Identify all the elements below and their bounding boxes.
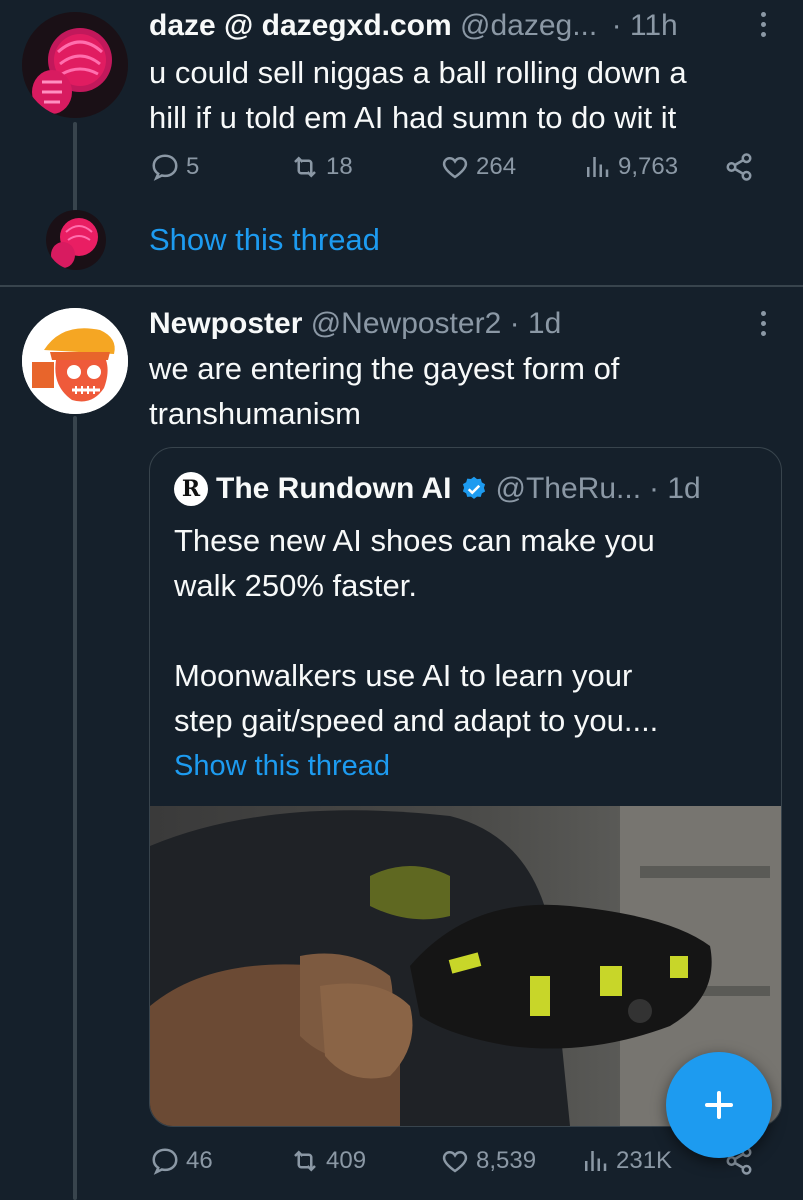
display-name[interactable]: Newposter [149,307,302,340]
handle[interactable]: @Newposter2 [311,307,502,340]
timestamp[interactable]: · 11h [612,9,678,42]
views-icon [585,1151,607,1171]
text-line: walk 250% faster. [174,568,417,603]
more-icon[interactable] [761,12,767,42]
views-icon [587,157,609,177]
reply-icon [152,154,178,181]
tweet2-text: we are entering the gayest form of trans… [149,346,619,436]
show-this-thread-link[interactable]: Show this thread [149,222,380,258]
thread-line [73,416,77,1200]
reply-icon [152,1148,178,1175]
verified-badge-icon [462,476,485,499]
quote-header: R The Rundown AI @TheRu... · 1d [174,472,701,506]
tweet2-actions: 46 409 8,539 231K [0,1146,803,1190]
text-line: These new AI shoes can make you [174,523,655,558]
avatar-newposter[interactable] [22,308,128,414]
like-button[interactable]: 264 [440,152,516,182]
divider [0,285,803,287]
text-line: transhumanism [149,396,361,431]
compose-button[interactable] [666,1052,772,1158]
repost-button[interactable]: 409 [290,1146,366,1176]
timestamp[interactable]: · 1d [510,307,562,340]
views-button[interactable]: 9,763 [582,152,678,182]
compose-plus-icon [705,1091,733,1119]
rundown-logo-icon[interactable]: R [174,472,208,506]
views-count: 9,763 [618,153,679,180]
repost-icon [294,156,316,178]
views-count: 231K [616,1147,673,1174]
tweet1-actions: 5 18 264 9,763 [0,152,803,196]
quote-show-this-thread-link[interactable]: Show this thread [174,750,390,783]
quote-text: These new AI shoes can make you walk 250… [174,518,764,743]
text-line: we are entering the gayest form of [149,351,620,386]
tweet2-header: Newposter @Newposter2 · 1d [149,304,561,344]
repost-count: 18 [326,153,353,180]
repost-icon [294,1150,316,1172]
tweet1-text: u could sell niggas a ball rolling down … [149,50,687,140]
like-icon [442,1150,468,1173]
text-line: hill if u told em AI had sumn to do wit … [149,100,677,135]
display-name[interactable]: daze @ dazegxd.com [149,9,452,42]
handle[interactable]: @dazeg... [460,9,597,42]
views-button[interactable]: 231K [580,1146,672,1176]
text-line: Moonwalkers use AI to learn your [174,658,633,693]
share-icon [726,153,752,181]
avatar-daze[interactable] [22,12,128,118]
reply-count: 5 [186,153,200,180]
text-line: step gait/speed and adapt to you.... [174,703,659,738]
share-button[interactable] [724,152,754,182]
repost-count: 409 [326,1147,367,1174]
reply-count: 46 [186,1147,213,1174]
text-line: u could sell niggas a ball rolling down … [149,55,687,90]
reply-button[interactable]: 5 [150,152,199,182]
like-button[interactable]: 8,539 [440,1146,536,1176]
quote-tweet[interactable]: R The Rundown AI @TheRu... · 1d These ne… [149,447,782,1127]
repost-button[interactable]: 18 [290,152,353,182]
reply-button[interactable]: 46 [150,1146,213,1176]
avatar-daze-small[interactable] [46,210,106,270]
like-count: 8,539 [476,1147,537,1174]
like-count: 264 [476,153,517,180]
quote-display-name[interactable]: The Rundown AI [216,472,452,506]
quote-handle[interactable]: @TheRu... [496,472,642,506]
more-icon[interactable] [761,311,767,341]
like-icon [442,156,468,179]
tweet1-header: daze @ dazegxd.com @dazeg... · 11h [149,6,678,46]
quote-timestamp[interactable]: · 1d [649,472,701,506]
